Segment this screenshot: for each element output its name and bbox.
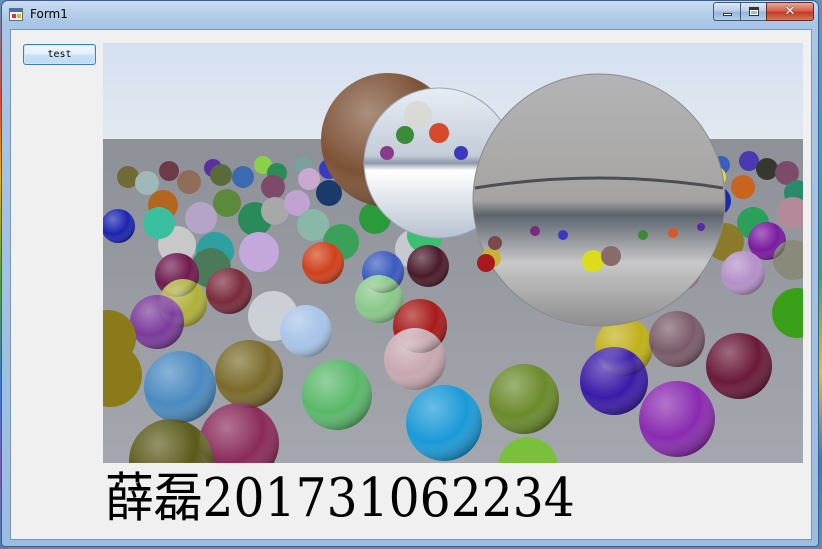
rendered-spheres-image	[103, 43, 803, 463]
close-icon: ✕	[784, 4, 796, 19]
form-client-area: test 薛磊201731062234	[10, 29, 812, 540]
name-id-label: 薛磊201731062234	[105, 468, 575, 529]
caption-buttons: ✕	[713, 2, 814, 21]
window-title: Form1	[30, 7, 68, 21]
test-button[interactable]: test	[23, 44, 96, 65]
picture-box	[103, 43, 803, 463]
maximize-icon	[749, 7, 759, 16]
title-bar[interactable]: Form1 ✕	[2, 1, 818, 29]
form-window: Form1 ✕ test 薛磊201731062234	[1, 0, 819, 547]
close-button[interactable]: ✕	[766, 2, 814, 21]
form-window-icon[interactable]	[9, 8, 23, 21]
minimize-icon	[723, 13, 732, 16]
maximize-button[interactable]	[740, 2, 766, 21]
minimize-button[interactable]	[713, 2, 740, 21]
